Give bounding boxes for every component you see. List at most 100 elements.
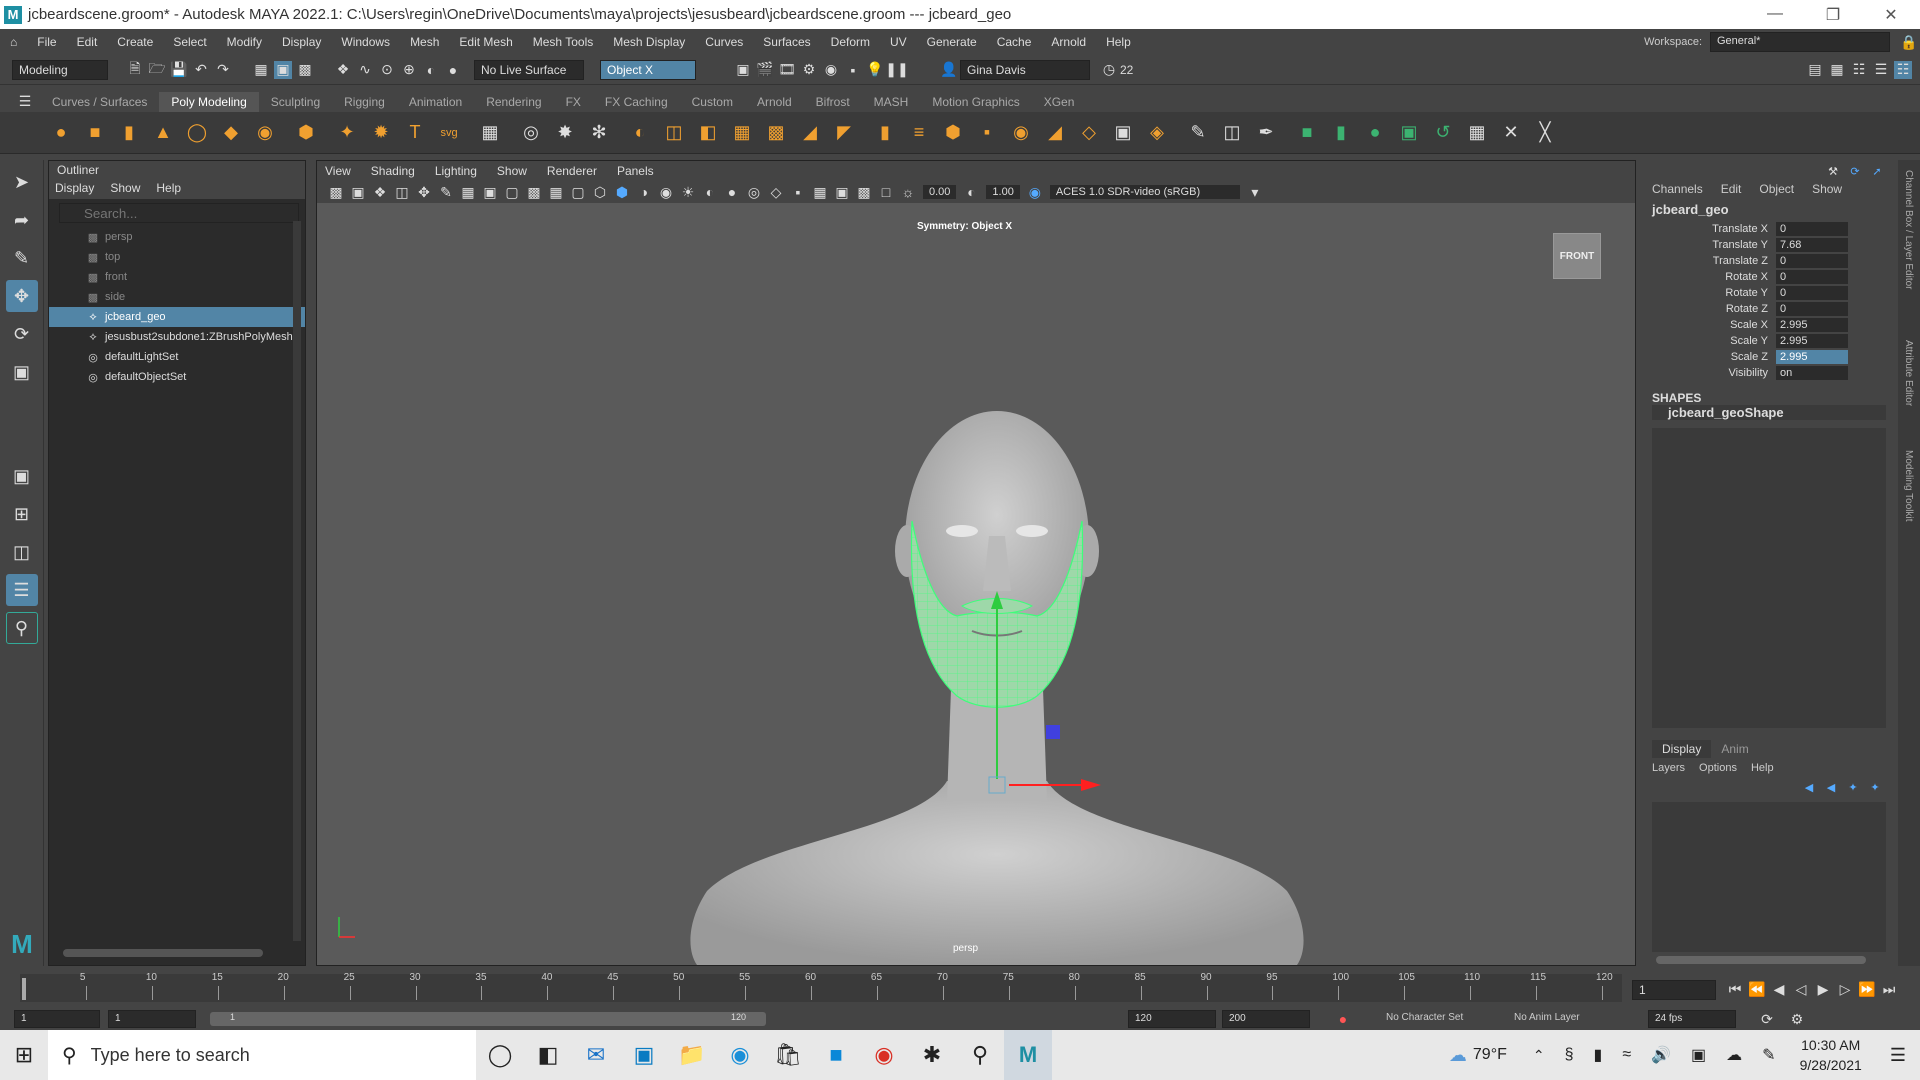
xray-components-icon[interactable]: □ xyxy=(877,183,895,201)
outliner-item-persp[interactable]: ▩ persp xyxy=(49,227,305,247)
windows-start-icon[interactable]: ⊞ xyxy=(0,1030,48,1080)
snap-surface-icon[interactable]: ◐ xyxy=(422,61,440,79)
menu-edit-mesh[interactable]: Edit Mesh xyxy=(449,35,522,49)
snap-point-icon[interactable]: ⊙ xyxy=(378,61,396,79)
channel-box-menu-show[interactable]: Show xyxy=(1812,182,1842,196)
app-square-icon[interactable]: ■ xyxy=(812,1030,860,1080)
current-frame-field[interactable]: 1 xyxy=(1632,980,1716,1000)
outliner-item-front[interactable]: ▩ front xyxy=(49,267,305,287)
clock-icon[interactable]: ◷ xyxy=(1100,61,1118,79)
outliner-vertical-scrollbar[interactable] xyxy=(293,221,301,941)
shelf-tab-fx[interactable]: FX xyxy=(554,92,593,112)
snap-curve-icon[interactable]: ∿ xyxy=(356,61,374,79)
use-all-lights-icon[interactable]: ☀ xyxy=(679,183,697,201)
play-forward-icon[interactable]: ▶ xyxy=(1814,980,1832,998)
four-pane-layout-icon[interactable]: ⊞ xyxy=(6,498,38,530)
live-surface-field[interactable]: No Live Surface xyxy=(474,59,584,80)
color-management-icon[interactable]: ◉ xyxy=(1026,183,1044,201)
viewport-menu-shading[interactable]: Shading xyxy=(371,164,415,178)
gamma-field[interactable]: 1.00 xyxy=(986,185,1020,199)
channel-translate-y[interactable]: Translate Y 7.68 xyxy=(1644,237,1894,253)
volume-icon[interactable]: 🔊 xyxy=(1651,1045,1671,1065)
open-scene-icon[interactable]: 🗁 xyxy=(148,60,166,79)
channel-box-object-name[interactable]: jcbeard_geo xyxy=(1644,198,1894,221)
menu-curves[interactable]: Curves xyxy=(695,35,753,49)
new-layer-from-selected-icon[interactable]: ✦ xyxy=(1866,778,1884,796)
poly-cube-icon[interactable]: ■ xyxy=(81,119,109,147)
user-account-dropdown[interactable]: Gina Davis xyxy=(960,59,1090,80)
super-shape-icon[interactable]: ✦ xyxy=(333,119,361,147)
reduce-icon[interactable]: ◤ xyxy=(830,119,858,147)
shelf-tab-mash[interactable]: MASH xyxy=(862,92,921,112)
channel-box-menu-channels[interactable]: Channels xyxy=(1652,182,1703,196)
freeze-transform-icon[interactable]: ✸ xyxy=(551,119,579,147)
hypershade-icon[interactable]: ◉ xyxy=(822,61,840,79)
bevel-icon[interactable]: ⬢ xyxy=(939,119,967,147)
menuset-dropdown[interactable]: Modeling xyxy=(12,59,108,80)
channel-visibility[interactable]: Visibility on xyxy=(1644,365,1894,381)
multi-cut-icon[interactable]: ✎ xyxy=(1184,119,1212,147)
menu-uv[interactable]: UV xyxy=(880,35,917,49)
scene-bust-model[interactable] xyxy=(617,361,1377,965)
channel-box-lock-icon[interactable]: ⚒ xyxy=(1824,162,1842,180)
rotate-tool-icon[interactable]: ⟳ xyxy=(6,318,38,350)
taskbar-search-box[interactable]: ⚲ Type here to search xyxy=(48,1030,476,1080)
undo-icon[interactable]: ↶ xyxy=(192,61,210,79)
channel-scale-x[interactable]: Scale X 2.995 xyxy=(1644,317,1894,333)
move-layer-down-icon[interactable]: ◀ xyxy=(1822,778,1840,796)
view-transform-chevron-down-icon[interactable]: ▾ xyxy=(1246,183,1264,201)
notification-count[interactable]: 22 xyxy=(1120,63,1133,77)
poly-cylinder-icon[interactable]: ▮ xyxy=(115,119,143,147)
exposure-icon[interactable]: ☼ xyxy=(899,183,917,201)
outliner-menu-show[interactable]: Show xyxy=(110,181,140,197)
channel-box-float-icon[interactable]: ➚ xyxy=(1868,162,1886,180)
play-backward-icon[interactable]: ◁ xyxy=(1792,980,1810,998)
playback-end-field[interactable]: 120 xyxy=(1128,1010,1216,1028)
image-plane-icon[interactable]: ◫ xyxy=(393,183,411,201)
xray-joints-icon[interactable]: ▩ xyxy=(855,183,873,201)
channel-box-menu-object[interactable]: Object xyxy=(1759,182,1794,196)
select-tool-icon[interactable]: ➤ xyxy=(6,166,38,198)
menu-display[interactable]: Display xyxy=(272,35,331,49)
notification-center-icon[interactable]: ☰ xyxy=(1890,1045,1906,1066)
bridge-icon[interactable]: ≡ xyxy=(905,119,933,147)
uv-cut-icon[interactable]: ✕ xyxy=(1497,119,1525,147)
render-view-icon[interactable]: ⚙ xyxy=(800,61,818,79)
step-forward-key-icon[interactable]: ⏩ xyxy=(1858,980,1876,998)
store-icon[interactable]: 🛍 xyxy=(764,1030,812,1080)
shelf-tab-arnold[interactable]: Arnold xyxy=(745,92,804,112)
uv-automatic-icon[interactable]: ▣ xyxy=(1395,119,1423,147)
film-gate-icon[interactable]: ▣ xyxy=(481,183,499,201)
shelf-menu-icon[interactable]: ☰ xyxy=(16,92,34,110)
step-back-frame-icon[interactable]: ◀ xyxy=(1770,980,1788,998)
shadows-icon[interactable]: ◐ xyxy=(701,183,719,201)
channel-rotate-y[interactable]: Rotate Y0 xyxy=(1644,285,1894,301)
shelf-tab-rendering[interactable]: Rendering xyxy=(474,92,553,112)
light-editor-icon[interactable]: 💡 xyxy=(866,61,884,79)
outliner-layout-icon[interactable]: ☰ xyxy=(5,574,38,606)
select-camera-icon[interactable]: ▩ xyxy=(327,183,345,201)
menu-mesh-tools[interactable]: Mesh Tools xyxy=(523,35,603,49)
wireframe-icon[interactable]: ⬡ xyxy=(591,183,609,201)
side-tab-modeling-toolkit[interactable]: Modeling Toolkit xyxy=(1903,450,1914,522)
target-weld-icon[interactable]: ✒ xyxy=(1252,119,1280,147)
motion-blur-icon[interactable]: ◎ xyxy=(745,183,763,201)
grid-icon[interactable]: ▦ xyxy=(459,183,477,201)
attribute-editor-icon[interactable]: ▦ xyxy=(1828,61,1846,79)
exposure-field[interactable]: 0.00 xyxy=(923,185,957,199)
minimize-button[interactable]: — xyxy=(1746,5,1804,25)
sweep-mesh-icon[interactable]: ✹ xyxy=(367,119,395,147)
wireframe-on-shaded-icon[interactable]: ◑ xyxy=(635,183,653,201)
tool-settings-icon[interactable]: ☷ xyxy=(1850,61,1868,79)
poly-torus-icon[interactable]: ◯ xyxy=(183,119,211,147)
menu-mesh-display[interactable]: Mesh Display xyxy=(603,35,695,49)
save-scene-icon[interactable]: 💾 xyxy=(170,61,188,79)
poly-grid-icon[interactable]: ▦ xyxy=(476,119,504,147)
outliner-item-side[interactable]: ▩ side xyxy=(49,287,305,307)
onedrive-icon[interactable]: ☁ xyxy=(1726,1045,1742,1065)
ambient-occlusion-icon[interactable]: ● xyxy=(723,183,741,201)
resolution-gate-icon[interactable]: ▢ xyxy=(503,183,521,201)
view-transform-dropdown[interactable]: ACES 1.0 SDR-video (sRGB) xyxy=(1049,185,1240,199)
mail-icon[interactable]: ✉ xyxy=(572,1030,620,1080)
poly-cone-icon[interactable]: ▲ xyxy=(149,119,177,147)
